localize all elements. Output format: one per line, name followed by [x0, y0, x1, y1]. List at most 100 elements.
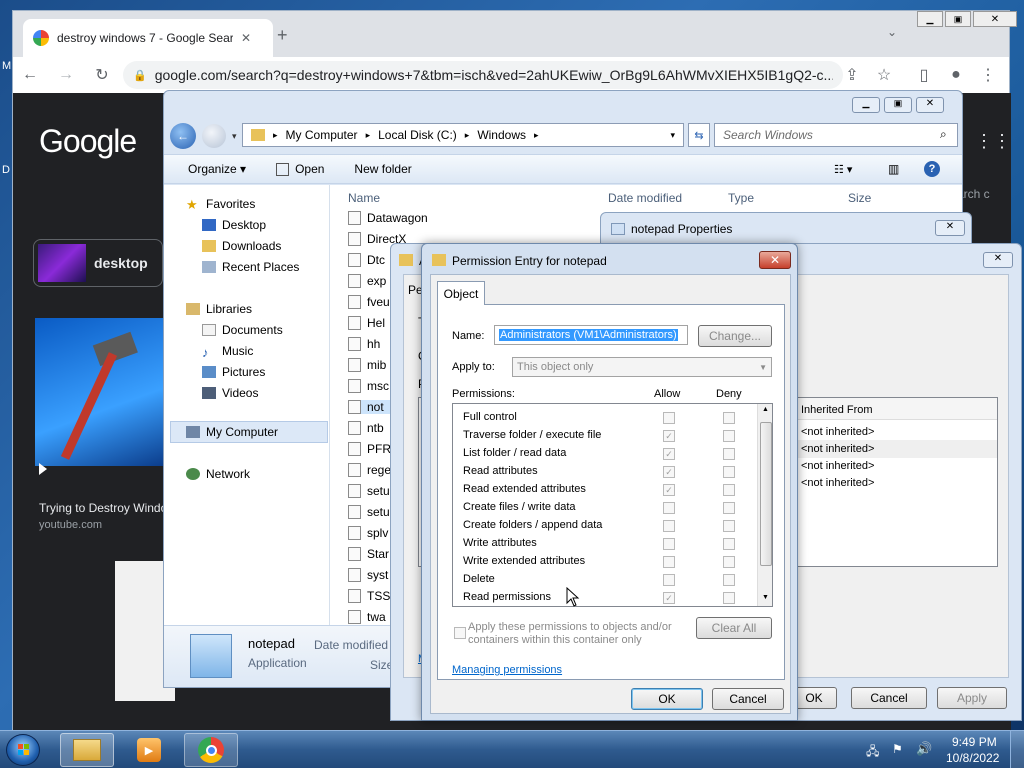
help-icon[interactable]: ?: [924, 161, 940, 177]
maximize-icon[interactable]: ▣: [884, 97, 912, 113]
result-title[interactable]: Trying to Destroy Windows 7: [39, 501, 169, 515]
chevron-down-icon[interactable]: ▾: [232, 131, 237, 142]
deny-checkbox[interactable]: [723, 574, 735, 586]
network-tray-icon[interactable]: 🖧: [866, 742, 879, 763]
allow-checkbox[interactable]: ✓: [663, 592, 675, 604]
apply-children-checkbox[interactable]: [454, 627, 466, 639]
deny-checkbox[interactable]: [723, 502, 735, 514]
apps-grid-icon[interactable]: ⋮⋮: [975, 131, 1011, 152]
allow-checkbox[interactable]: ✓: [663, 484, 675, 496]
side-panel-icon[interactable]: ▯: [915, 66, 933, 84]
deny-checkbox[interactable]: [723, 448, 735, 460]
nav-pictures[interactable]: Pictures: [202, 365, 265, 379]
organize-button[interactable]: Organize ▾: [188, 162, 246, 176]
allow-checkbox[interactable]: [663, 556, 675, 568]
managing-permissions-link[interactable]: Managing permissions: [452, 664, 562, 676]
star-icon[interactable]: ☆: [875, 66, 893, 84]
allow-checkbox[interactable]: [663, 574, 675, 586]
open-button[interactable]: Open: [276, 162, 324, 176]
deny-checkbox[interactable]: [723, 520, 735, 532]
nav-videos[interactable]: Videos: [202, 386, 258, 400]
close-icon[interactable]: ✕: [759, 251, 791, 269]
clear-all-button[interactable]: Clear All: [696, 617, 772, 639]
taskbar-chrome-button[interactable]: [184, 733, 238, 767]
volume-icon[interactable]: 🔊: [916, 741, 932, 757]
profile-icon[interactable]: ●: [947, 66, 965, 84]
share-icon[interactable]: ⇪: [843, 66, 861, 84]
apply-to-select[interactable]: This object only ▼: [512, 357, 772, 377]
breadcrumb-item[interactable]: Local Disk (C:): [378, 128, 457, 142]
column-header-size[interactable]: Size: [848, 191, 871, 205]
close-icon[interactable]: ✕: [916, 97, 944, 113]
inherited-from-header[interactable]: Inherited From: [801, 404, 873, 416]
scrollbar-thumb[interactable]: [760, 422, 772, 566]
taskbar-explorer-button[interactable]: [60, 733, 114, 767]
deny-checkbox[interactable]: [723, 412, 735, 424]
scroll-down-icon[interactable]: ▼: [762, 594, 769, 601]
allow-checkbox[interactable]: ✓: [663, 430, 675, 442]
column-header-date[interactable]: Date modified: [608, 191, 682, 205]
forward-arrow-icon[interactable]: [202, 124, 226, 148]
close-icon[interactable]: ✕: [935, 220, 965, 236]
nav-libraries[interactable]: Libraries: [186, 302, 252, 316]
start-button[interactable]: [6, 734, 40, 766]
tab-object[interactable]: Object: [437, 281, 485, 305]
nav-desktop[interactable]: Desktop: [202, 218, 266, 232]
nav-documents[interactable]: Documents: [202, 323, 283, 337]
deny-checkbox[interactable]: [723, 430, 735, 442]
chevron-down-icon[interactable]: ⌄: [887, 25, 897, 39]
address-bar[interactable]: 🔒 google.com/search?q=destroy+windows+7&…: [123, 61, 843, 89]
address-bar[interactable]: ▸ My Computer ▸ Local Disk (C:) ▸ Window…: [242, 123, 684, 147]
close-icon[interactable]: ✕: [983, 252, 1013, 268]
show-desktop-button[interactable]: [1010, 731, 1024, 768]
deny-checkbox[interactable]: [723, 466, 735, 478]
back-arrow-icon[interactable]: ←: [170, 123, 196, 149]
chrome-tab[interactable]: destroy windows 7 - Google Search ✕: [23, 19, 273, 57]
nav-my-computer[interactable]: My Computer: [186, 425, 278, 439]
breadcrumb-item[interactable]: My Computer: [286, 128, 358, 142]
deny-checkbox[interactable]: [723, 592, 735, 604]
allow-checkbox[interactable]: [663, 538, 675, 550]
apply-button[interactable]: Apply: [937, 687, 1007, 709]
clock-time[interactable]: 9:49 PM: [952, 735, 997, 749]
action-center-icon[interactable]: ⚑: [892, 742, 903, 756]
nav-network[interactable]: Network: [186, 467, 250, 481]
cancel-button[interactable]: Cancel: [851, 687, 927, 709]
result-thumbnail[interactable]: [35, 318, 165, 466]
allow-checkbox[interactable]: [663, 412, 675, 424]
view-options-icon[interactable]: ☷ ▾: [834, 163, 852, 176]
scrollbar[interactable]: ▲ ▼: [757, 404, 772, 606]
taskbar-media-button[interactable]: ▶: [122, 733, 176, 767]
scroll-up-icon[interactable]: ▲: [762, 406, 769, 413]
allow-checkbox[interactable]: ✓: [663, 466, 675, 478]
deny-checkbox[interactable]: [723, 484, 735, 496]
refresh-icon[interactable]: ⇆: [688, 123, 710, 147]
new-folder-button[interactable]: New folder: [354, 162, 411, 176]
search-input[interactable]: Search Windows: [714, 123, 958, 147]
cancel-button[interactable]: Cancel: [712, 688, 784, 710]
change-button[interactable]: Change...: [698, 325, 772, 347]
menu-icon[interactable]: ⋮: [979, 66, 997, 84]
file-row[interactable]: Datawagon: [348, 211, 468, 225]
name-field[interactable]: Administrators (VM1\Administrators): [494, 325, 688, 345]
clock-date[interactable]: 10/8/2022: [946, 751, 999, 765]
close-icon[interactable]: ✕: [241, 31, 251, 45]
maximize-icon[interactable]: ▣: [945, 11, 971, 27]
allow-checkbox[interactable]: [663, 502, 675, 514]
preview-pane-icon[interactable]: ▥: [888, 162, 899, 176]
deny-checkbox[interactable]: [723, 538, 735, 550]
google-logo[interactable]: Google: [39, 123, 137, 160]
nav-downloads[interactable]: Downloads: [202, 239, 281, 253]
ok-button[interactable]: OK: [631, 688, 703, 710]
back-arrow-icon[interactable]: ←: [21, 66, 39, 84]
forward-arrow-icon[interactable]: →: [57, 66, 75, 84]
close-icon[interactable]: ✕: [973, 11, 1017, 27]
nav-favorites[interactable]: ★ Favorites: [186, 197, 255, 212]
column-header-type[interactable]: Type: [728, 191, 754, 205]
allow-checkbox[interactable]: ✓: [663, 448, 675, 460]
minimize-icon[interactable]: ▁: [852, 97, 880, 113]
nav-recent-places[interactable]: Recent Places: [202, 260, 299, 274]
reload-icon[interactable]: ↻: [93, 66, 111, 84]
minimize-icon[interactable]: ▁: [917, 11, 943, 27]
suggestion-chip[interactable]: desktop: [33, 239, 163, 287]
